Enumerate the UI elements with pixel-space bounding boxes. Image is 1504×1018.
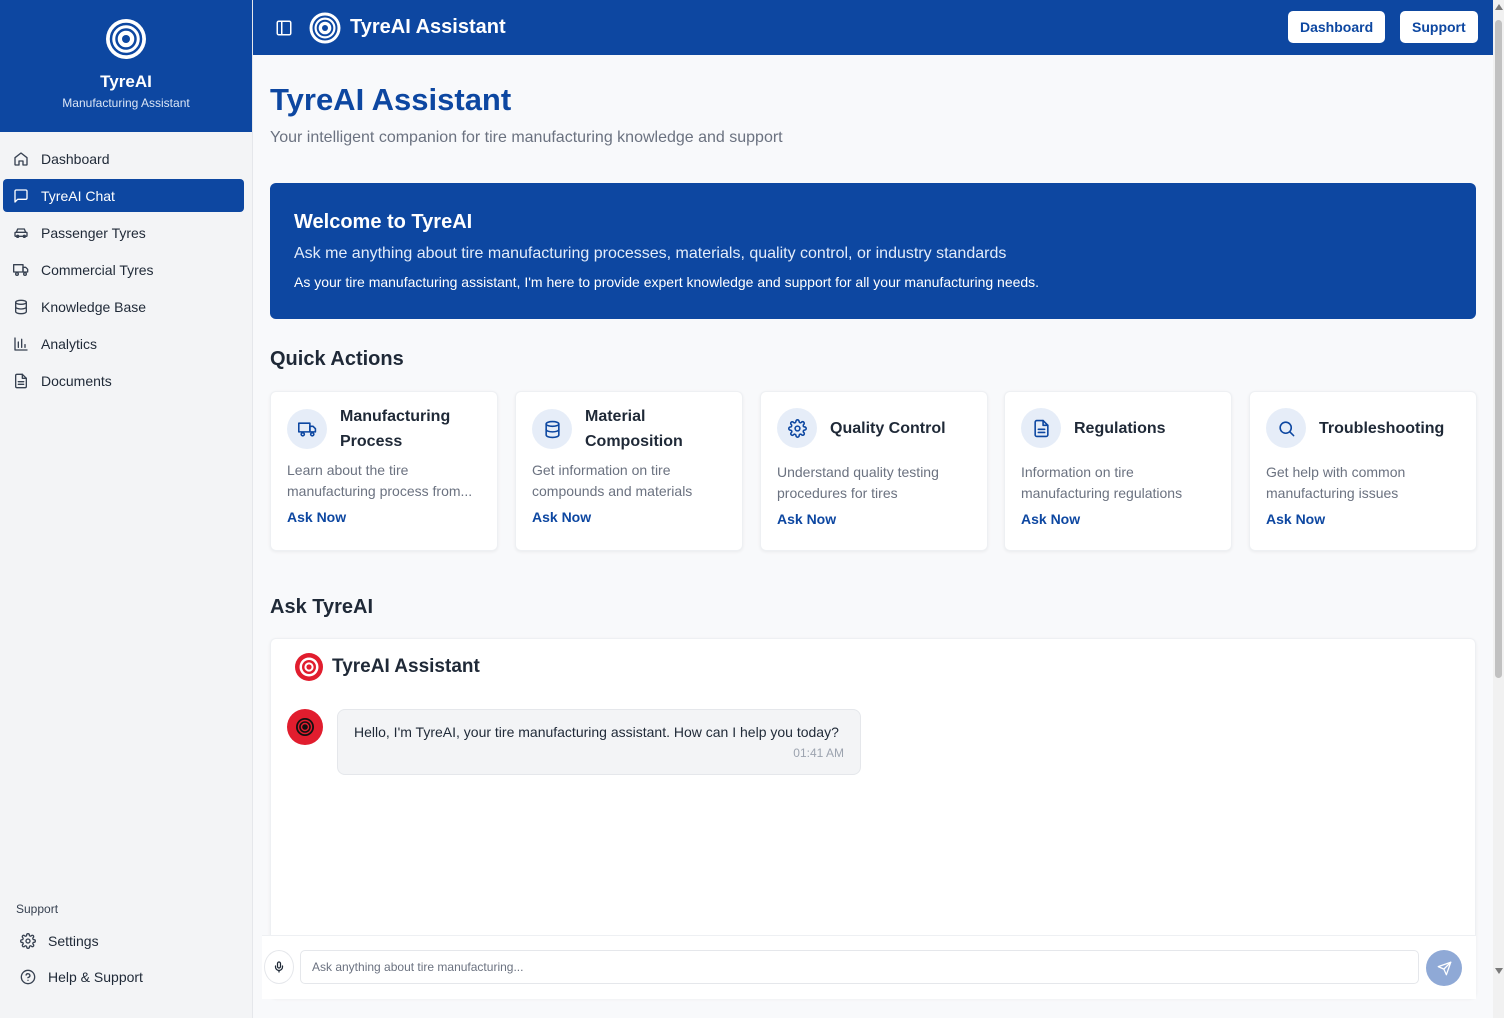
ask-now-link[interactable]: Ask Now	[532, 509, 591, 525]
gear-icon	[777, 408, 817, 448]
microphone-button[interactable]	[264, 950, 294, 984]
card-title: Regulations	[1074, 419, 1166, 437]
scroll-down-arrow-icon[interactable]	[1495, 968, 1503, 974]
sidebar-item-commercial-tyres[interactable]: Commercial Tyres	[3, 253, 244, 286]
file-text-icon	[15, 373, 27, 388]
sidebar-item-analytics[interactable]: Analytics	[3, 327, 244, 360]
scroll-up-arrow-icon[interactable]	[1495, 4, 1503, 10]
sidebar-toggle-icon[interactable]	[275, 19, 293, 37]
brand-subtitle: Manufacturing Assistant	[62, 96, 190, 110]
message-text: Hello, I'm TyreAI, your tire manufacturi…	[354, 724, 839, 740]
gear-icon	[20, 933, 36, 949]
sidebar-brand: TyreAI Manufacturing Assistant	[0, 0, 252, 132]
quick-action-card-troubleshooting[interactable]: Troubleshooting Get help with common man…	[1249, 391, 1477, 551]
microphone-icon	[274, 961, 284, 973]
scrollbar-thumb[interactable]	[1495, 20, 1502, 678]
welcome-line-1: Ask me anything about tire manufacturing…	[294, 245, 1007, 262]
card-description: Get help with common manufacturing issue…	[1266, 464, 1406, 501]
sidebar-item-label: Knowledge Base	[41, 298, 147, 315]
sidebar-item-documents[interactable]: Documents	[3, 364, 244, 397]
card-title: Troubleshooting	[1319, 419, 1445, 437]
support-heading: Support	[16, 902, 59, 916]
tyreai-logo-icon	[106, 19, 146, 59]
bar-chart-icon	[14, 336, 28, 351]
card-description: Information on tire manufacturing regula…	[1021, 464, 1183, 501]
ask-now-link[interactable]: Ask Now	[287, 509, 346, 525]
sidebar-nav: Dashboard TyreAI Chat Passenger Tyres Co…	[0, 132, 252, 397]
page-scrollbar[interactable]	[1493, 0, 1504, 1018]
sidebar-item-passenger-tyres[interactable]: Passenger Tyres	[3, 216, 244, 249]
search-icon	[1266, 408, 1306, 448]
chat-input[interactable]	[300, 950, 1419, 984]
quick-action-card-material[interactable]: Material Composition Get information on …	[515, 391, 743, 551]
send-button[interactable]	[1426, 950, 1462, 986]
sidebar-item-label: Dashboard	[41, 150, 110, 167]
ask-now-link[interactable]: Ask Now	[777, 511, 836, 527]
card-description: Learn about the tire manufacturing proce…	[287, 462, 473, 499]
sidebar-item-tyreai-chat[interactable]: TyreAI Chat	[3, 179, 244, 212]
top-header: TyreAI Assistant Dashboard Support	[253, 0, 1493, 55]
bot-avatar-icon	[287, 709, 323, 745]
page-title: TyreAI Assistant	[270, 82, 512, 117]
brand-name: TyreAI	[100, 72, 152, 91]
send-icon	[1437, 961, 1451, 975]
chat-title: TyreAI Assistant	[332, 656, 480, 677]
ask-now-link[interactable]: Ask Now	[1266, 511, 1325, 527]
ask-now-link[interactable]: Ask Now	[1021, 511, 1080, 527]
sidebar-item-label: Documents	[41, 372, 112, 389]
database-icon	[532, 409, 572, 449]
welcome-banner: Welcome to TyreAI Ask me anything about …	[270, 183, 1476, 319]
sidebar-item-label: TyreAI Chat	[41, 187, 115, 204]
quick-action-card-regulations[interactable]: Regulations Information on tire manufact…	[1004, 391, 1232, 551]
card-description: Get information on tire compounds and ma…	[532, 462, 693, 499]
message-timestamp: 01:41 AM	[793, 746, 844, 760]
welcome-title: Welcome to TyreAI	[294, 211, 473, 233]
tyreai-assistant-logo-icon	[295, 653, 323, 681]
quick-action-card-manufacturing[interactable]: Manufacturing Process Learn about the ti…	[270, 391, 498, 551]
support-button[interactable]: Support	[1400, 11, 1478, 43]
sidebar: TyreAI Manufacturing Assistant Dashboard…	[0, 0, 253, 1018]
sidebar-item-label: Passenger Tyres	[41, 224, 146, 241]
help-support-link[interactable]: Help & Support	[20, 969, 143, 985]
file-text-icon	[1021, 408, 1061, 448]
quick-action-card-quality[interactable]: Quality Control Understand quality testi…	[760, 391, 988, 551]
database-icon	[15, 299, 27, 314]
car-icon	[14, 227, 28, 238]
card-title: Manufacturing Process	[340, 408, 451, 450]
sidebar-item-label: Commercial Tyres	[41, 261, 154, 278]
help-support-label: Help & Support	[48, 969, 143, 985]
settings-link[interactable]: Settings	[20, 933, 99, 949]
chat-input-bar	[262, 935, 1476, 999]
card-title: Quality Control	[830, 419, 946, 437]
bot-message-bubble: Hello, I'm TyreAI, your tire manufacturi…	[337, 709, 861, 775]
dashboard-button[interactable]: Dashboard	[1288, 11, 1386, 43]
sidebar-item-label: Analytics	[41, 335, 98, 352]
page-subtitle: Your intelligent companion for tire manu…	[270, 129, 783, 146]
truck-icon	[287, 409, 327, 449]
quick-actions-heading: Quick Actions	[270, 348, 404, 370]
card-description: Understand quality testing procedures fo…	[777, 464, 939, 501]
settings-label: Settings	[48, 933, 99, 949]
message-square-icon	[14, 188, 28, 203]
home-icon	[14, 151, 28, 166]
sidebar-item-dashboard[interactable]: Dashboard	[3, 142, 244, 175]
card-title: Material Composition	[585, 408, 683, 450]
truck-icon	[13, 263, 29, 276]
chat-header: TyreAI Assistant	[295, 653, 480, 681]
header-title: TyreAI Assistant	[350, 16, 506, 38]
help-circle-icon	[20, 969, 36, 985]
sidebar-item-knowledge-base[interactable]: Knowledge Base	[3, 290, 244, 323]
tyreai-logo-icon	[309, 12, 341, 43]
welcome-line-2: As your tire manufacturing assistant, I'…	[294, 274, 1040, 290]
ask-tyreai-heading: Ask TyreAI	[270, 596, 374, 618]
